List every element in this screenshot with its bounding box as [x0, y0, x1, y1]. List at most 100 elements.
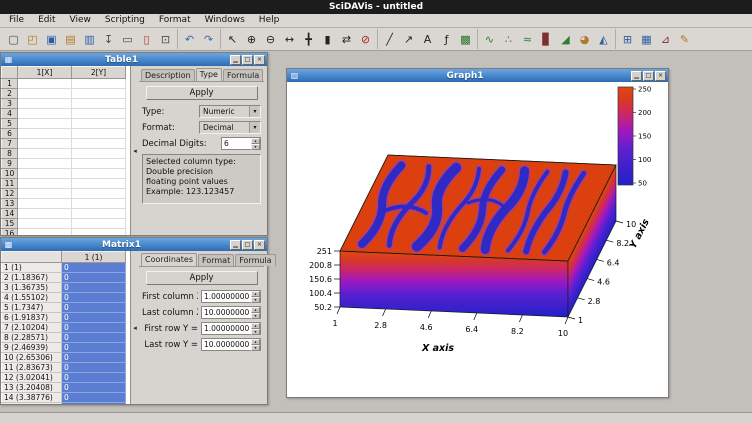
menu-help[interactable]: Help — [252, 14, 287, 27]
matrix-row-header[interactable]: 4 (1.55102) — [2, 293, 62, 303]
pointer-icon[interactable]: ↖ — [223, 30, 242, 48]
add-image-icon[interactable]: ▩ — [456, 30, 475, 48]
add-text-icon[interactable]: A — [418, 30, 437, 48]
table-cell[interactable] — [18, 99, 72, 109]
table-cell[interactable] — [18, 119, 72, 129]
redo-icon[interactable]: ↷ — [199, 30, 218, 48]
menu-scripting[interactable]: Scripting — [98, 14, 152, 27]
menu-view[interactable]: View — [63, 14, 98, 27]
matrix-row-header[interactable]: 2 (1.18367) — [2, 273, 62, 283]
table-cell[interactable] — [72, 229, 126, 236]
coordinate-spinbox[interactable]: 10.0000000 ▴▾ — [201, 338, 261, 351]
table-cell[interactable] — [72, 209, 126, 219]
table-cell[interactable] — [72, 149, 126, 159]
plot-scatter-icon[interactable]: ∴ — [499, 30, 518, 48]
tab-formula[interactable]: Formula — [235, 254, 275, 266]
matrix-cell-selected[interactable]: 0 — [62, 383, 126, 393]
new-project-icon[interactable]: ▢ — [4, 30, 23, 48]
table-cell[interactable] — [18, 219, 72, 229]
panel-collapse-button[interactable]: ◂ — [131, 66, 139, 235]
coordinate-spinbox[interactable]: 10.0000000 ▴▾ — [201, 306, 261, 319]
menu-windows[interactable]: Windows — [198, 14, 252, 27]
spin-down-icon[interactable]: ▾ — [251, 144, 260, 150]
zoom-out-icon[interactable]: ⊖ — [261, 30, 280, 48]
plot-area-icon[interactable]: ◢ — [556, 30, 575, 48]
tab-description[interactable]: Description — [141, 69, 195, 81]
table-row-header[interactable]: 2 — [2, 89, 18, 99]
matrix-cell-selected[interactable]: 0 — [62, 393, 126, 403]
table-row-header[interactable]: 15 — [2, 219, 18, 229]
print-icon[interactable]: ▭ — [118, 30, 137, 48]
matrix-cell-selected[interactable]: 0 — [62, 353, 126, 363]
table-cell[interactable] — [72, 179, 126, 189]
table-column-header-x[interactable]: 1[X] — [18, 67, 72, 79]
os-titlebar[interactable]: SciDAVis - untitled — [0, 0, 752, 14]
table-row-header[interactable]: 7 — [2, 139, 18, 149]
table-row-header[interactable]: 12 — [2, 189, 18, 199]
table-row-header[interactable]: 6 — [2, 129, 18, 139]
table-cell[interactable] — [18, 89, 72, 99]
chevron-down-icon[interactable]: ▾ — [249, 122, 260, 133]
matrix-grid[interactable]: 1 (1) 1 (1) 0 2 (1.18367) 0 — [1, 251, 131, 404]
matrix-row-header[interactable]: 14 (3.38776) — [2, 393, 62, 403]
graph1-titlebar[interactable]: ▨ Graph1 ▁ □ × — [287, 69, 668, 82]
apply-button[interactable]: Apply — [146, 86, 258, 100]
move-data-points-icon[interactable]: ⇄ — [337, 30, 356, 48]
table-cell[interactable] — [18, 169, 72, 179]
table-row-header[interactable]: 11 — [2, 179, 18, 189]
matrix-row-header[interactable]: 3 (1.36735) — [2, 283, 62, 293]
table-cell[interactable] — [72, 199, 126, 209]
tab-formula[interactable]: Formula — [223, 69, 263, 81]
matrix-cell-selected[interactable]: 0 — [62, 373, 126, 383]
tab-format[interactable]: Format — [198, 254, 234, 266]
new-table-icon[interactable]: ⊞ — [618, 30, 637, 48]
table-cell[interactable] — [72, 189, 126, 199]
table1-titlebar[interactable]: ▦ Table1 ▁ □ × — [1, 53, 267, 66]
matrix-row-header[interactable]: 12 (3.02041) — [2, 373, 62, 383]
menu-edit[interactable]: Edit — [31, 14, 62, 27]
matrix-cell-selected[interactable]: 0 — [62, 263, 126, 273]
minimize-icon[interactable]: ▁ — [230, 240, 241, 250]
matrix-row-header[interactable]: 15 (3.57143) — [2, 403, 62, 405]
open-project-icon[interactable]: ◰ — [23, 30, 42, 48]
tab-coordinates[interactable]: Coordinates — [141, 253, 197, 266]
table-row-header[interactable]: 9 — [2, 159, 18, 169]
table-cell[interactable] — [18, 199, 72, 209]
select-data-range-icon[interactable]: ▮ — [318, 30, 337, 48]
matrix-cell-selected[interactable]: 0 — [62, 343, 126, 353]
minimize-icon[interactable]: ▁ — [230, 55, 241, 65]
plot-line-icon[interactable]: ∿ — [480, 30, 499, 48]
table-row-header[interactable]: 3 — [2, 99, 18, 109]
maximize-icon[interactable]: □ — [242, 55, 253, 65]
coordinate-spinbox[interactable]: 1.00000000 ▴▾ — [201, 290, 261, 303]
save-template-icon[interactable]: ▥ — [80, 30, 99, 48]
new-note-icon[interactable]: ✎ — [675, 30, 694, 48]
export-pdf-icon[interactable]: ▯ — [137, 30, 156, 48]
remove-data-points-icon[interactable]: ⊘ — [356, 30, 375, 48]
duplicate-window-icon[interactable]: ⊡ — [156, 30, 175, 48]
matrix-cell-selected[interactable]: 0 — [62, 363, 126, 373]
table-cell[interactable] — [18, 149, 72, 159]
table-cell[interactable] — [18, 159, 72, 169]
matrix-row-header[interactable]: 13 (3.20408) — [2, 383, 62, 393]
table-cell[interactable] — [72, 159, 126, 169]
table-cell[interactable] — [72, 219, 126, 229]
table-row-header[interactable]: 10 — [2, 169, 18, 179]
matrix-row-header[interactable]: 1 (1) — [2, 263, 62, 273]
apply-button[interactable]: Apply — [146, 271, 258, 285]
matrix-row-header[interactable]: 8 (2.28571) — [2, 333, 62, 343]
panel-collapse-button[interactable]: ◂ — [131, 251, 139, 404]
table-row-header[interactable]: 4 — [2, 109, 18, 119]
table-row-header[interactable]: 13 — [2, 199, 18, 209]
matrix-row-header[interactable]: 7 (2.10204) — [2, 323, 62, 333]
plot-pie-icon[interactable]: ◕ — [575, 30, 594, 48]
table-cell[interactable] — [72, 99, 126, 109]
table-column-header-y[interactable]: 2[Y] — [72, 67, 126, 79]
type-select[interactable]: Numeric ▾ — [199, 105, 261, 118]
matrix-column-header[interactable]: 1 (1) — [62, 252, 126, 263]
minimize-icon[interactable]: ▁ — [631, 71, 642, 81]
import-ascii-icon[interactable]: ↧ — [99, 30, 118, 48]
coordinate-spinbox[interactable]: 1.00000000 ▴▾ — [201, 322, 261, 335]
format-select[interactable]: Decimal ▾ — [199, 121, 261, 134]
spin-down-icon[interactable]: ▾ — [251, 313, 260, 319]
